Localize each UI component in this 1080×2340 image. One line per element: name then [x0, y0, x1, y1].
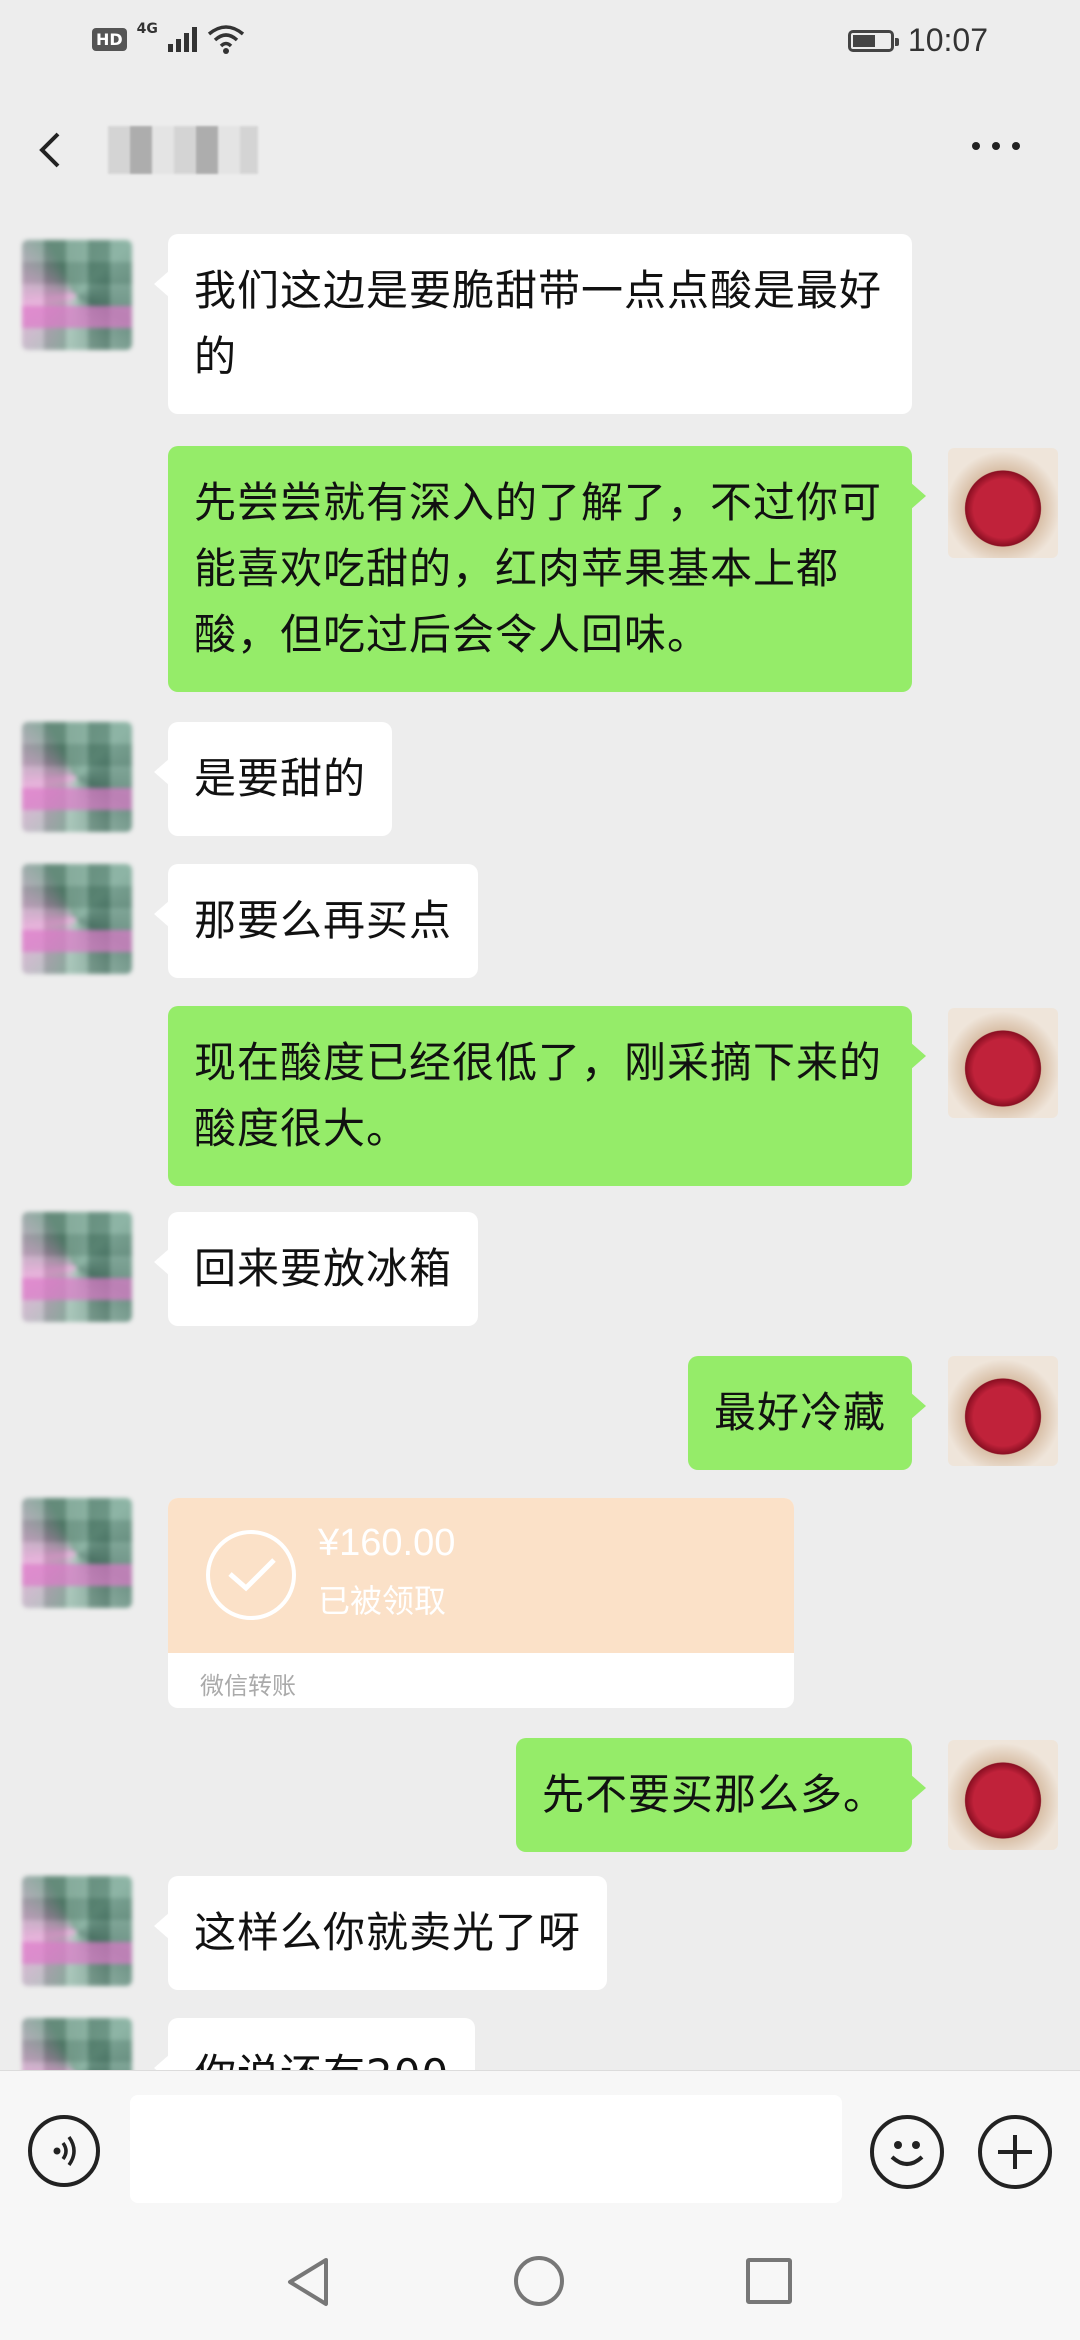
message-bubble[interactable]: 你说还有200	[153, 2018, 476, 2070]
contact-avatar[interactable]	[22, 1498, 132, 1608]
message-bubble[interactable]: 是要甜的	[153, 722, 393, 836]
contact-avatar[interactable]	[22, 2018, 132, 2070]
chat-messages[interactable]: 我们这边是要脆甜带一点点酸是最好的 先尝尝就有深入的了解了，不过你可能喜欢吃甜的…	[0, 200, 1080, 2070]
message-bubble[interactable]: 先尝尝就有深入的了解了，不过你可能喜欢吃甜的，红肉苹果基本上都酸，但吃过后会令人…	[168, 446, 926, 692]
input-bar	[0, 2070, 1080, 2226]
transfer-amount: ¥160.00	[318, 1522, 456, 1564]
status-bar: HD 4G 10:07	[0, 0, 1080, 86]
contact-avatar[interactable]	[22, 1212, 132, 1322]
message-input[interactable]	[130, 2095, 842, 2203]
message-bubble[interactable]: 现在酸度已经很低了，刚采摘下来的酸度很大。	[168, 1006, 926, 1186]
check-circle-icon	[206, 1530, 296, 1620]
status-left: HD 4G	[92, 21, 245, 54]
message-bubble[interactable]: 先不要买那么多。	[515, 1738, 927, 1852]
message-bubble[interactable]: 回来要放冰箱	[153, 1212, 479, 1326]
transfer-card[interactable]: ¥160.00 已被领取 微信转账	[168, 1498, 794, 1708]
transfer-status: 已被领取	[318, 1582, 447, 1620]
more-functions-button[interactable]	[978, 2115, 1052, 2189]
signal-icon	[167, 26, 197, 52]
system-nav-bar	[0, 2226, 1080, 2340]
message-bubble[interactable]: 最好冷藏	[687, 1356, 927, 1470]
back-arrow-icon[interactable]	[32, 130, 72, 170]
nav-home-icon[interactable]	[514, 2256, 564, 2306]
contact-avatar[interactable]	[22, 722, 132, 832]
wifi-icon	[207, 25, 245, 54]
my-avatar[interactable]	[948, 1740, 1058, 1850]
voice-icon	[53, 2135, 76, 2167]
transfer-label: 微信转账	[200, 1672, 296, 1700]
hd-badge: HD	[92, 27, 127, 51]
nav-recents-icon[interactable]	[746, 2258, 792, 2304]
network-type: 4G	[136, 21, 158, 37]
contact-avatar[interactable]	[22, 240, 132, 350]
contact-name-blurred	[108, 126, 258, 174]
my-avatar[interactable]	[948, 1008, 1058, 1118]
voice-input-button[interactable]	[28, 2115, 100, 2187]
more-options-icon[interactable]	[972, 136, 1032, 156]
emoji-button[interactable]	[870, 2115, 944, 2189]
contact-avatar[interactable]	[22, 1876, 132, 1986]
battery-icon	[847, 29, 899, 52]
message-bubble[interactable]: 我们这边是要脆甜带一点点酸是最好的	[154, 234, 912, 414]
chat-header	[0, 100, 1080, 200]
my-avatar[interactable]	[948, 448, 1058, 558]
nav-back-icon[interactable]	[284, 2256, 332, 2308]
contact-avatar[interactable]	[22, 864, 132, 974]
smiley-icon	[890, 2141, 924, 2166]
status-right: 10:07	[847, 22, 988, 59]
message-bubble[interactable]: 那要么再买点	[153, 864, 479, 978]
clock: 10:07	[907, 22, 988, 58]
my-avatar[interactable]	[948, 1356, 1058, 1466]
transfer-card-body: ¥160.00 已被领取	[168, 1498, 794, 1653]
message-bubble[interactable]: 这样么你就卖光了呀	[153, 1876, 608, 1990]
